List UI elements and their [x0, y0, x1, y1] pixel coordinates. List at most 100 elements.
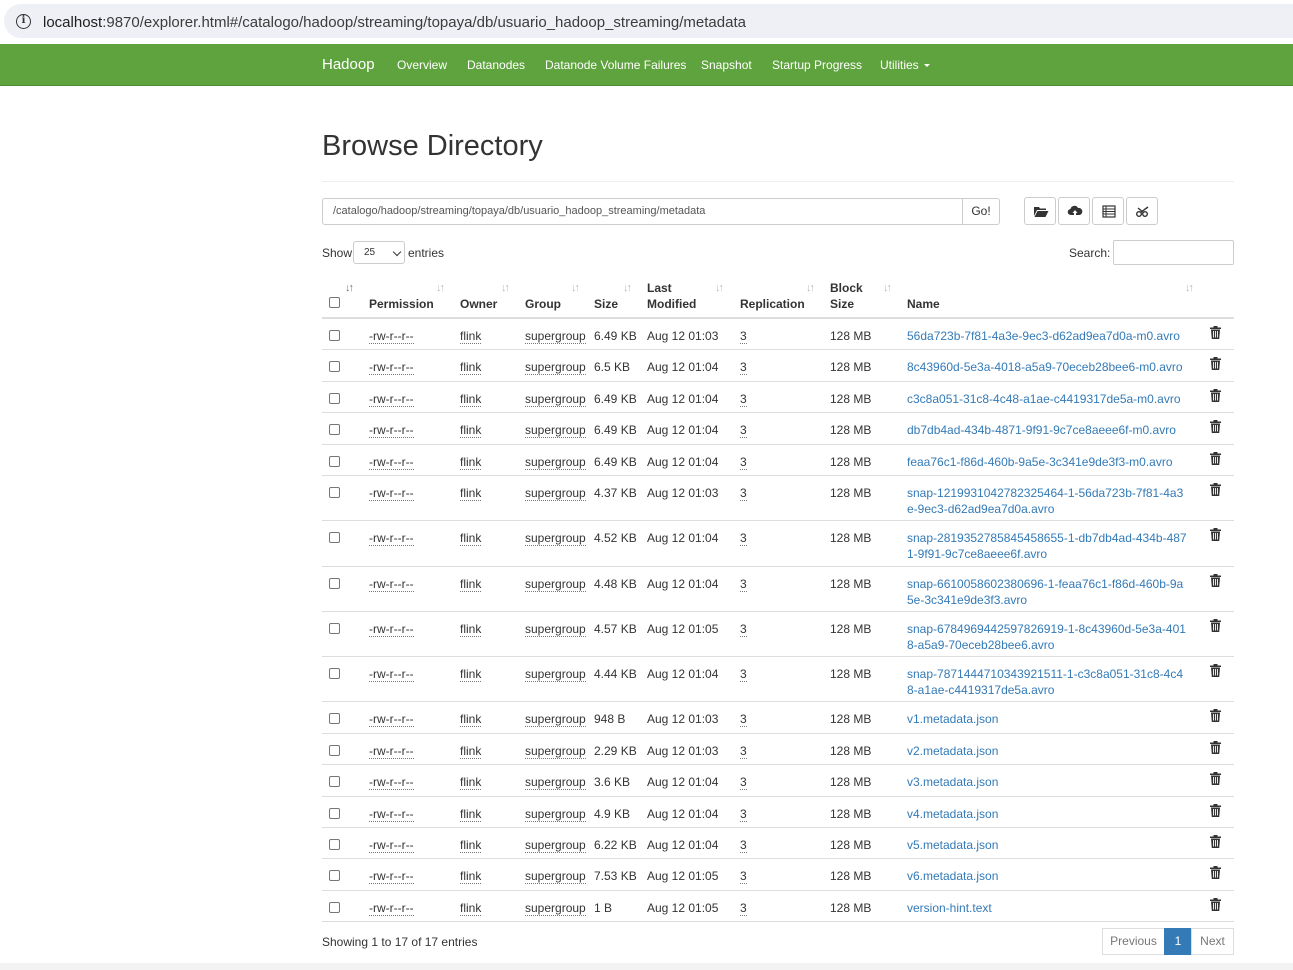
delete-button[interactable] — [1210, 357, 1221, 373]
cell-permission[interactable]: -rw-r--r-- — [369, 576, 414, 592]
file-name-link[interactable]: v1.metadata.json — [907, 711, 1187, 727]
row-checkbox[interactable] — [329, 532, 340, 544]
cell-permission[interactable]: -rw-r--r-- — [369, 454, 414, 470]
delete-button[interactable] — [1210, 740, 1221, 757]
delete-button[interactable] — [1210, 709, 1221, 725]
view-list-button[interactable] — [1092, 197, 1124, 225]
cell-owner[interactable]: flink — [460, 806, 482, 822]
delete-button[interactable] — [1210, 835, 1221, 851]
directory-path-input[interactable]: /catalogo/hadoop/streaming/topaya/db/usu… — [322, 198, 963, 225]
cell-permission[interactable]: -rw-r--r-- — [369, 621, 414, 637]
cell-permission[interactable]: -rw-r--r-- — [369, 666, 414, 683]
cell-replication[interactable]: 3 — [740, 837, 747, 853]
cell-owner[interactable]: flink — [460, 576, 482, 592]
row-checkbox[interactable] — [329, 713, 340, 725]
sort-icon[interactable]: ↓↑ — [1185, 282, 1194, 294]
sort-icon[interactable]: ↓↑ — [806, 282, 815, 294]
cell-group[interactable]: supergroup — [525, 743, 586, 759]
cell-group[interactable]: supergroup — [525, 774, 586, 791]
row-checkbox[interactable] — [329, 744, 340, 756]
delete-button[interactable] — [1210, 528, 1221, 544]
delete-button[interactable] — [1210, 618, 1221, 635]
cell-permission[interactable]: -rw-r--r-- — [369, 774, 414, 791]
navbar-brand[interactable]: Hadoop — [322, 56, 375, 73]
header-block-size[interactable]: Block Size — [830, 280, 863, 312]
row-checkbox[interactable] — [329, 392, 340, 404]
cell-group[interactable]: supergroup — [525, 391, 586, 407]
cell-owner[interactable]: flink — [460, 900, 482, 916]
cell-group[interactable]: supergroup — [525, 837, 586, 853]
nav-snapshot[interactable]: Snapshot — [701, 58, 752, 72]
cell-permission[interactable]: -rw-r--r-- — [369, 391, 414, 407]
nav-overview[interactable]: Overview — [397, 58, 447, 72]
delete-button[interactable] — [1210, 866, 1221, 882]
delete-button[interactable] — [1210, 388, 1221, 405]
cell-group[interactable]: supergroup — [525, 485, 586, 501]
cell-owner[interactable]: flink — [460, 328, 482, 344]
cell-owner[interactable]: flink — [460, 711, 482, 728]
cell-permission[interactable]: -rw-r--r-- — [369, 359, 414, 376]
nav-datanode-volume-failures[interactable]: Datanode Volume Failures — [545, 58, 686, 72]
file-name-link[interactable]: db7db4ad-434b-4871-9f91-9c7ce8aeee6f-m0.… — [907, 422, 1187, 438]
address-field[interactable]: i localhost:9870/explorer.html#/catalogo… — [4, 4, 1293, 38]
delete-button[interactable] — [1210, 451, 1221, 468]
row-checkbox[interactable] — [329, 361, 340, 373]
cell-owner[interactable]: flink — [460, 485, 482, 501]
cell-permission[interactable]: -rw-r--r-- — [369, 837, 414, 853]
cell-permission[interactable]: -rw-r--r-- — [369, 868, 414, 885]
file-name-link[interactable]: feaa76c1-f86d-460b-9a5e-3c341e9de3f3-m0.… — [907, 454, 1187, 470]
cell-owner[interactable]: flink — [460, 868, 482, 885]
file-name-link[interactable]: snap-7871444710343921511-1-c3c8a051-31c8… — [907, 666, 1187, 698]
cell-replication[interactable]: 3 — [740, 774, 747, 791]
sort-icon[interactable]: ↓↑ — [436, 282, 445, 294]
create-directory-button[interactable] — [1024, 197, 1056, 225]
header-last-modified[interactable]: Last Modified — [647, 280, 696, 312]
header-size[interactable]: Size — [594, 296, 618, 312]
cell-replication[interactable]: 3 — [740, 328, 747, 344]
site-info-icon[interactable]: i — [16, 14, 31, 29]
cell-owner[interactable]: flink — [460, 621, 482, 637]
cell-replication[interactable]: 3 — [740, 900, 747, 916]
cell-replication[interactable]: 3 — [740, 806, 747, 822]
nav-datanodes[interactable]: Datanodes — [467, 58, 525, 72]
pagination-next[interactable]: Next — [1191, 928, 1234, 955]
header-permission[interactable]: Permission — [369, 296, 434, 312]
nav-startup-progress[interactable]: Startup Progress — [772, 58, 862, 72]
header-name[interactable]: Name — [907, 296, 940, 312]
cell-group[interactable]: supergroup — [525, 454, 586, 470]
row-checkbox[interactable] — [329, 870, 340, 882]
cell-replication[interactable]: 3 — [740, 422, 747, 439]
cell-replication[interactable]: 3 — [740, 666, 747, 683]
cell-owner[interactable]: flink — [460, 774, 482, 791]
pagination-previous[interactable]: Previous — [1102, 928, 1165, 955]
file-name-link[interactable]: v4.metadata.json — [907, 806, 1187, 822]
cell-replication[interactable]: 3 — [740, 711, 747, 728]
cell-replication[interactable]: 3 — [740, 391, 747, 407]
cell-permission[interactable]: -rw-r--r-- — [369, 422, 414, 439]
row-checkbox[interactable] — [329, 424, 340, 436]
upload-files-button[interactable] — [1058, 197, 1090, 225]
cell-replication[interactable]: 3 — [740, 359, 747, 376]
delete-button[interactable] — [1210, 772, 1221, 788]
delete-button[interactable] — [1210, 482, 1221, 499]
file-name-link[interactable]: v5.metadata.json — [907, 837, 1187, 853]
delete-button[interactable] — [1210, 573, 1221, 590]
sort-icon[interactable]: ↓↑ — [883, 282, 892, 294]
cell-replication[interactable]: 3 — [740, 454, 747, 470]
cell-permission[interactable]: -rw-r--r-- — [369, 485, 414, 501]
file-name-link[interactable]: v2.metadata.json — [907, 743, 1187, 759]
cell-permission[interactable]: -rw-r--r-- — [369, 328, 414, 344]
sort-icon[interactable]: ↓↑ — [623, 282, 632, 294]
cell-permission[interactable]: -rw-r--r-- — [369, 530, 414, 547]
cell-owner[interactable]: flink — [460, 743, 482, 759]
cell-replication[interactable]: 3 — [740, 576, 747, 592]
cell-owner[interactable]: flink — [460, 666, 482, 683]
search-input[interactable] — [1113, 240, 1234, 265]
file-name-link[interactable]: c3c8a051-31c8-4c48-a1ae-c4419317de5a-m0.… — [907, 391, 1187, 407]
delete-button[interactable] — [1210, 803, 1221, 820]
file-name-link[interactable]: snap-6610058602380696-1-feaa76c1-f86d-46… — [907, 576, 1187, 608]
cell-replication[interactable]: 3 — [740, 621, 747, 637]
row-checkbox[interactable] — [329, 776, 340, 788]
file-name-link[interactable]: v6.metadata.json — [907, 868, 1187, 884]
select-all-checkbox[interactable] — [329, 297, 340, 308]
